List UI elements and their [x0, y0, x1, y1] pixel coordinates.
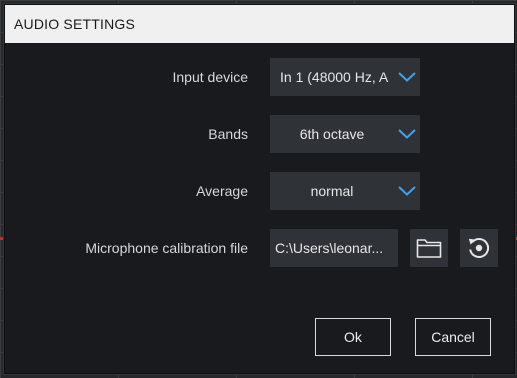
reset-icon	[468, 238, 490, 258]
audio-settings-dialog: AUDIO SETTINGS Input device In 1 (48000 …	[4, 4, 515, 374]
ok-button[interactable]: Ok	[315, 318, 391, 356]
folder-icon	[416, 239, 442, 258]
dialog-titlebar[interactable]: AUDIO SETTINGS	[5, 5, 514, 43]
bands-dropdown[interactable]: 6th octave	[270, 115, 420, 153]
average-dropdown[interactable]: normal	[270, 172, 420, 210]
input-device-label: Input device	[172, 69, 249, 85]
average-value: normal	[310, 183, 354, 199]
calibration-file-field[interactable]: C:\Users\leonar...	[270, 229, 398, 267]
bands-label: Bands	[208, 126, 248, 142]
dialog-title: AUDIO SETTINGS	[14, 16, 136, 32]
calibration-file-value: C:\Users\leonar...	[275, 240, 384, 256]
bands-row: Bands 6th octave	[5, 115, 514, 153]
input-device-dropdown[interactable]: In 1 (48000 Hz, A	[270, 58, 420, 96]
reset-calibration-button[interactable]	[460, 229, 498, 267]
average-row: Average normal	[5, 172, 514, 210]
chevron-down-icon[interactable]	[394, 58, 420, 96]
browse-file-button[interactable]	[410, 229, 448, 267]
chevron-down-icon[interactable]	[394, 172, 420, 210]
calibration-label: Microphone calibration file	[85, 240, 248, 256]
chevron-down-icon[interactable]	[394, 115, 420, 153]
cancel-button[interactable]: Cancel	[415, 318, 491, 356]
average-label: Average	[196, 183, 248, 199]
input-device-value: In 1 (48000 Hz, A	[280, 69, 389, 85]
bands-value: 6th octave	[299, 126, 365, 142]
calibration-row: Microphone calibration file C:\Users\leo…	[5, 229, 514, 267]
input-device-row: Input device In 1 (48000 Hz, A	[5, 58, 514, 96]
